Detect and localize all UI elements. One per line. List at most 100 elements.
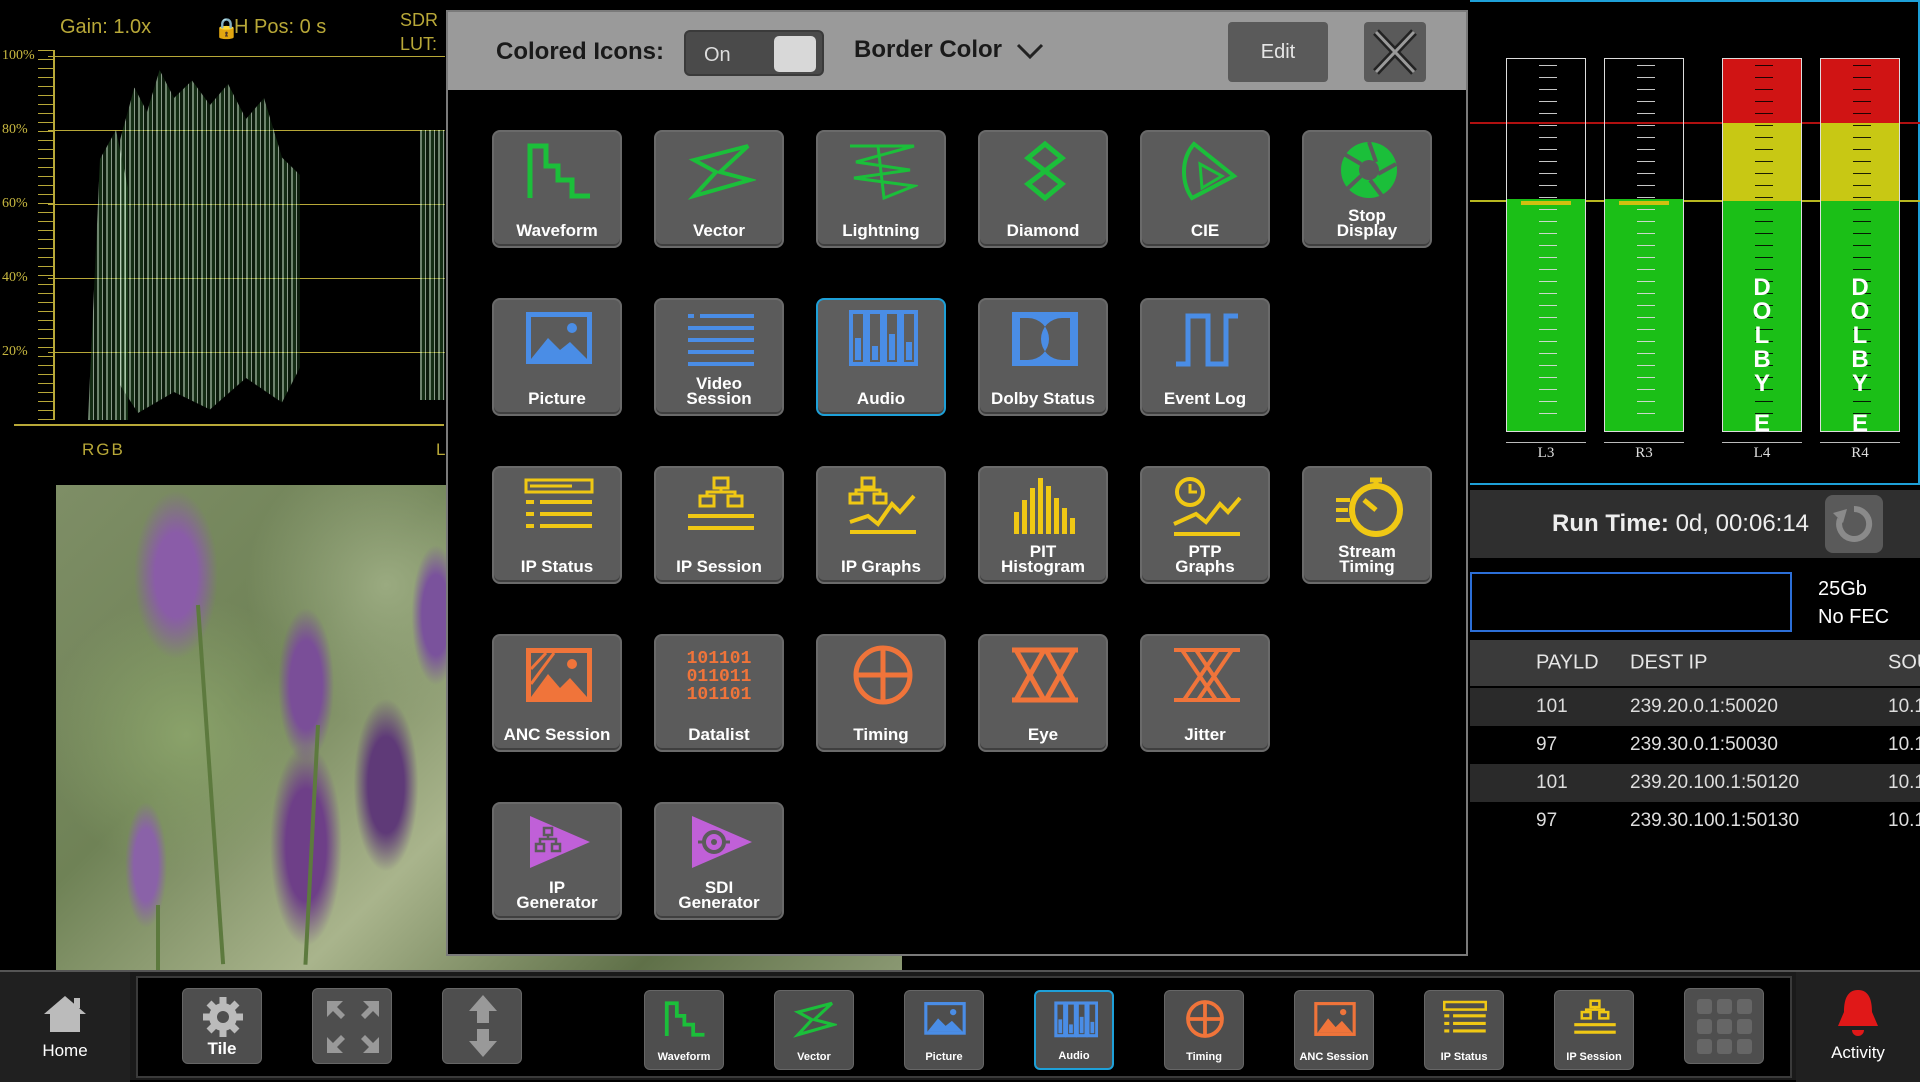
shortcut-ip-status[interactable]: IP Status xyxy=(1424,990,1504,1070)
tile-layout-button[interactable]: Tile xyxy=(182,988,262,1064)
close-button[interactable] xyxy=(1364,22,1426,82)
tile-timing[interactable]: Timing xyxy=(816,634,946,752)
tile-vector[interactable]: Vector xyxy=(654,130,784,248)
tile-label: Lightning xyxy=(842,221,920,240)
tile-ip-status[interactable]: IP Status xyxy=(492,466,622,584)
shortcut-anc-session[interactable]: ANC Session xyxy=(1294,990,1374,1070)
tile-cie[interactable]: CIE xyxy=(1140,130,1270,248)
tile-pit-histogram[interactable]: PIT Histogram xyxy=(978,466,1108,584)
table-row[interactable]: 97 239.30.100.1:50130 10.1 xyxy=(1470,802,1920,840)
ip-graphs-icon xyxy=(848,476,916,534)
tile-diamond[interactable]: Diamond xyxy=(978,130,1108,248)
tile-stream-timing[interactable]: Stream Timing xyxy=(1302,466,1432,584)
reset-icon xyxy=(1833,505,1873,542)
shortcut-label: IP Status xyxy=(1440,1051,1488,1063)
tile-anc-session[interactable]: ANC Session xyxy=(492,634,622,752)
tile-ptp-graphs[interactable]: PTP Graphs xyxy=(1140,466,1270,584)
up-down-arrow-icon xyxy=(469,995,497,1057)
tile-jitter[interactable]: Jitter xyxy=(1140,634,1270,752)
tile-lightning[interactable]: Lightning xyxy=(816,130,946,248)
sdi-generator-icon xyxy=(692,816,752,868)
runtime-value: 0d, 00:06:14 xyxy=(1675,510,1810,537)
fullscreen-button[interactable] xyxy=(312,988,392,1064)
shortcut-label: IP Session xyxy=(1566,1051,1622,1063)
tile-label: Stream Timing xyxy=(1338,542,1396,576)
peak-marker xyxy=(1521,201,1571,205)
home-button[interactable]: Home xyxy=(0,972,130,1082)
swap-button[interactable] xyxy=(442,988,522,1064)
ptp-graphs-icon xyxy=(1173,477,1242,536)
tile-event-log[interactable]: Event Log xyxy=(1140,298,1270,416)
tile-video-session[interactable]: Video Session xyxy=(654,298,784,416)
tile-label: Stop Display xyxy=(1336,206,1398,240)
tile-sdi-generator[interactable]: SDI Generator xyxy=(654,802,784,920)
waveform-axis xyxy=(53,50,55,420)
meter-r3 xyxy=(1604,58,1684,432)
tile-label: Eye xyxy=(1027,725,1059,744)
border-color-label: Border Color xyxy=(854,36,1003,63)
waveform-trace xyxy=(120,70,300,413)
shortcut-picture[interactable]: Picture xyxy=(904,990,984,1070)
tile-ip-graphs[interactable]: IP Graphs xyxy=(816,466,946,584)
tile-label: PIT Histogram xyxy=(1000,542,1086,576)
shortcut-label: Timing xyxy=(1186,1051,1222,1063)
activity-button[interactable]: Activity xyxy=(1796,972,1920,1082)
tile-waveform[interactable]: Waveform xyxy=(492,130,622,248)
tile-label: PTP Graphs xyxy=(1175,542,1235,576)
activity-label: Activity xyxy=(1831,1043,1885,1062)
session-box[interactable] xyxy=(1470,572,1792,632)
runtime-readout: Run Time: 0d, 00:06:14 xyxy=(1552,510,1809,538)
vector-icon xyxy=(687,144,756,200)
tile-ip-generator[interactable]: IP Generator xyxy=(492,802,622,920)
video-session-icon xyxy=(688,314,754,366)
graticule-line xyxy=(48,56,445,57)
edit-button[interactable]: Edit xyxy=(1228,22,1328,82)
shortcut-timing[interactable]: Timing xyxy=(1164,990,1244,1070)
flower-stem xyxy=(196,604,226,965)
border-color-dropdown[interactable]: Border Color xyxy=(854,36,1045,64)
timing-icon xyxy=(853,645,913,705)
reset-runtime-button[interactable] xyxy=(1825,495,1883,553)
tile-picture[interactable]: Picture xyxy=(492,298,622,416)
shortcut-vector[interactable]: Vector xyxy=(774,990,854,1070)
shortcut-label: Vector xyxy=(797,1051,831,1063)
shortcut-label: Waveform xyxy=(657,1051,711,1063)
tile-eye[interactable]: Eye xyxy=(978,634,1108,752)
tile-label: Event Log xyxy=(1163,389,1247,408)
datalist-icon: 101101 011011 101101 xyxy=(686,649,752,705)
stop-display-icon xyxy=(1341,141,1397,198)
tile-dolby-status[interactable]: Dolby Status xyxy=(978,298,1108,416)
table-cell: 10.1 xyxy=(1888,772,1920,793)
shortcut-strip: Tile Waveform Vector Picture Audio Timin… xyxy=(136,976,1792,1078)
audio-meters-panel[interactable]: DOLBYE DOLBYE L3 R3 L4 R4 xyxy=(1470,0,1920,485)
table-row[interactable]: 101 239.20.100.1:50120 10.1 xyxy=(1470,764,1920,802)
cie-icon xyxy=(1182,141,1238,201)
gain-readout: Gain: 1.0x xyxy=(60,16,152,38)
tile-ip-session[interactable]: IP Session xyxy=(654,466,784,584)
waveform-trace xyxy=(88,130,128,420)
table-row[interactable]: 101 239.20.0.1:50020 10.1 xyxy=(1470,688,1920,726)
waveform-panel[interactable]: Gain: 1.0x 🔒 H Pos: 0 s SDR LUT: 100% 80… xyxy=(0,0,445,470)
waveform-icon xyxy=(664,1001,705,1037)
shortcut-ip-session[interactable]: IP Session xyxy=(1554,990,1634,1070)
tile-stop-display[interactable]: Stop Display xyxy=(1302,130,1432,248)
tile-datalist[interactable]: 101101 011011 101101 Datalist xyxy=(654,634,784,752)
waveform-icon xyxy=(527,143,590,199)
table-cell: 97 xyxy=(1536,734,1558,755)
waveform-mode: RGB xyxy=(82,440,125,459)
waveform-baseline xyxy=(14,424,444,426)
meter-ticks xyxy=(1539,65,1557,425)
sdr-label: SDR xyxy=(400,10,439,30)
fec-status: No FEC xyxy=(1818,606,1890,628)
app-grid-button[interactable] xyxy=(1684,988,1764,1064)
table-row[interactable]: 97 239.30.0.1:50030 10.1 xyxy=(1470,726,1920,764)
tile-audio[interactable]: Audio xyxy=(816,298,946,416)
lut-label: LUT: xyxy=(400,34,438,54)
tile-label: Dolby Status xyxy=(991,389,1095,408)
ip-session-table[interactable]: PAYLD DEST IP SOU 101 239.20.0.1:50020 1… xyxy=(1470,640,1920,980)
bottom-toolbar: Home Tile Waveform Vector Picture Audio xyxy=(0,970,1920,1082)
shortcut-waveform[interactable]: Waveform xyxy=(644,990,724,1070)
colored-icons-toggle[interactable]: On xyxy=(684,30,824,76)
table-cell: 10.1 xyxy=(1888,810,1920,831)
shortcut-audio[interactable]: Audio xyxy=(1034,990,1114,1070)
